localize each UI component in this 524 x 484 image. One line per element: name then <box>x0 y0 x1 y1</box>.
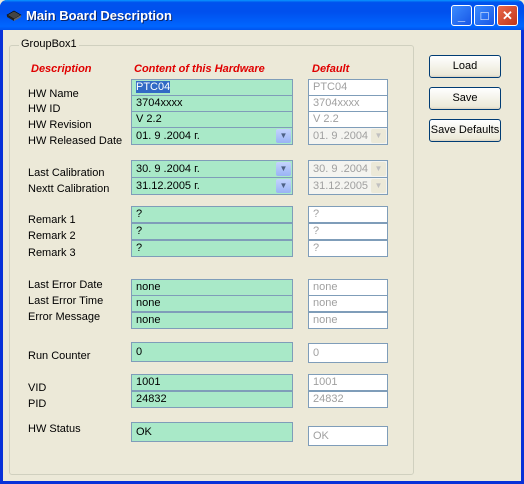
pid-field[interactable]: 24832 <box>131 391 293 408</box>
remark1-field[interactable]: ? <box>131 206 293 223</box>
error-message-field[interactable]: none <box>131 312 293 329</box>
chevron-down-icon: ▼ <box>371 179 386 193</box>
save-button[interactable]: Save <box>429 87 501 110</box>
group-box-label: GroupBox1 <box>19 38 79 50</box>
default-next-calibration-value: 31.12.2005 <box>313 180 369 192</box>
hw-status-field[interactable]: OK <box>131 422 293 442</box>
header-default: Default <box>312 63 350 75</box>
label-remark1: Remark 1 <box>28 214 76 226</box>
save-defaults-button[interactable]: Save Defaults <box>429 119 501 142</box>
default-remark1: ? <box>308 206 388 223</box>
default-last-calibration: 30. 9 .2004 ▼ <box>308 160 388 178</box>
remark3-field[interactable]: ? <box>131 240 293 257</box>
hw-name-field[interactable]: PTC04 <box>131 79 293 96</box>
run-counter-field[interactable]: 0 <box>131 342 293 362</box>
default-hw-id: 3704xxxx <box>308 95 388 112</box>
last-error-date-field[interactable]: none <box>131 279 293 296</box>
label-error-message: Error Message <box>28 311 101 323</box>
chevron-down-icon: ▼ <box>371 162 386 176</box>
default-hw-released-date: 01. 9 .2004 ▼ <box>308 127 388 145</box>
vid-field[interactable]: 1001 <box>131 374 293 391</box>
minimize-icon: _ <box>457 8 466 23</box>
default-hw-status: OK <box>308 426 388 446</box>
hw-id-field[interactable]: 3704xxxx <box>131 95 293 112</box>
label-hw-released-date: HW Released Date <box>28 135 123 147</box>
label-last-error-time: Last Error Time <box>28 295 104 307</box>
default-hw-revision: V 2.2 <box>308 111 388 128</box>
label-hw-revision: HW Revision <box>28 119 92 131</box>
board-icon <box>6 10 22 21</box>
last-calibration-combo[interactable]: 30. 9 .2004 г. ▼ <box>131 160 293 178</box>
maximize-icon: □ <box>480 8 489 23</box>
hw-revision-field[interactable]: V 2.2 <box>131 111 293 128</box>
chevron-down-icon: ▼ <box>371 129 386 143</box>
next-calibration-combo[interactable]: 31.12.2005 г. ▼ <box>131 177 293 195</box>
default-hw-name: PTC04 <box>308 79 388 96</box>
default-remark2: ? <box>308 223 388 240</box>
label-last-calibration: Last Calibration <box>28 167 105 179</box>
label-hw-id: HW ID <box>28 103 61 115</box>
chevron-down-icon[interactable]: ▼ <box>276 162 291 176</box>
chevron-down-icon[interactable]: ▼ <box>276 129 291 143</box>
close-button[interactable]: ✕ <box>497 5 518 26</box>
label-vid: VID <box>28 382 47 394</box>
default-error-message: none <box>308 312 388 329</box>
default-pid: 24832 <box>308 391 388 408</box>
default-vid: 1001 <box>308 374 388 391</box>
default-last-calibration-value: 30. 9 .2004 <box>313 163 369 175</box>
label-next-calibration: Nextt Calibration <box>28 183 110 195</box>
hw-name-value: PTC04 <box>136 81 171 93</box>
remark2-field[interactable]: ? <box>131 223 293 240</box>
label-hw-status: HW Status <box>28 423 81 435</box>
default-remark3: ? <box>308 240 388 257</box>
close-icon: ✕ <box>502 8 513 23</box>
last-calibration-value: 30. 9 .2004 г. <box>136 163 200 175</box>
default-run-counter: 0 <box>308 343 388 363</box>
maximize-button[interactable]: □ <box>474 5 495 26</box>
next-calibration-value: 31.12.2005 г. <box>136 180 200 192</box>
header-description: Description <box>31 63 92 75</box>
label-hw-name: HW Name <box>28 88 79 100</box>
label-last-error-date: Last Error Date <box>28 279 103 291</box>
hw-released-date-combo[interactable]: 01. 9 .2004 г. ▼ <box>131 127 293 145</box>
chevron-down-icon[interactable]: ▼ <box>276 179 291 193</box>
header-content: Content of this Hardware <box>134 63 265 75</box>
minimize-button[interactable]: _ <box>451 5 472 26</box>
default-last-error-time: none <box>308 295 388 312</box>
title-bar[interactable]: Main Board Description _ □ ✕ <box>0 0 524 30</box>
default-hw-released-date-value: 01. 9 .2004 <box>313 130 369 142</box>
window-title: Main Board Description <box>26 8 172 23</box>
default-next-calibration: 31.12.2005 ▼ <box>308 177 388 195</box>
last-error-time-field[interactable]: none <box>131 295 293 312</box>
hw-released-date-value: 01. 9 .2004 г. <box>136 130 200 142</box>
label-remark2: Remark 2 <box>28 230 76 242</box>
label-pid: PID <box>28 398 47 410</box>
label-remark3: Remark 3 <box>28 247 76 259</box>
default-last-error-date: none <box>308 279 388 296</box>
load-button[interactable]: Load <box>429 55 501 78</box>
label-run-counter: Run Counter <box>28 350 91 362</box>
